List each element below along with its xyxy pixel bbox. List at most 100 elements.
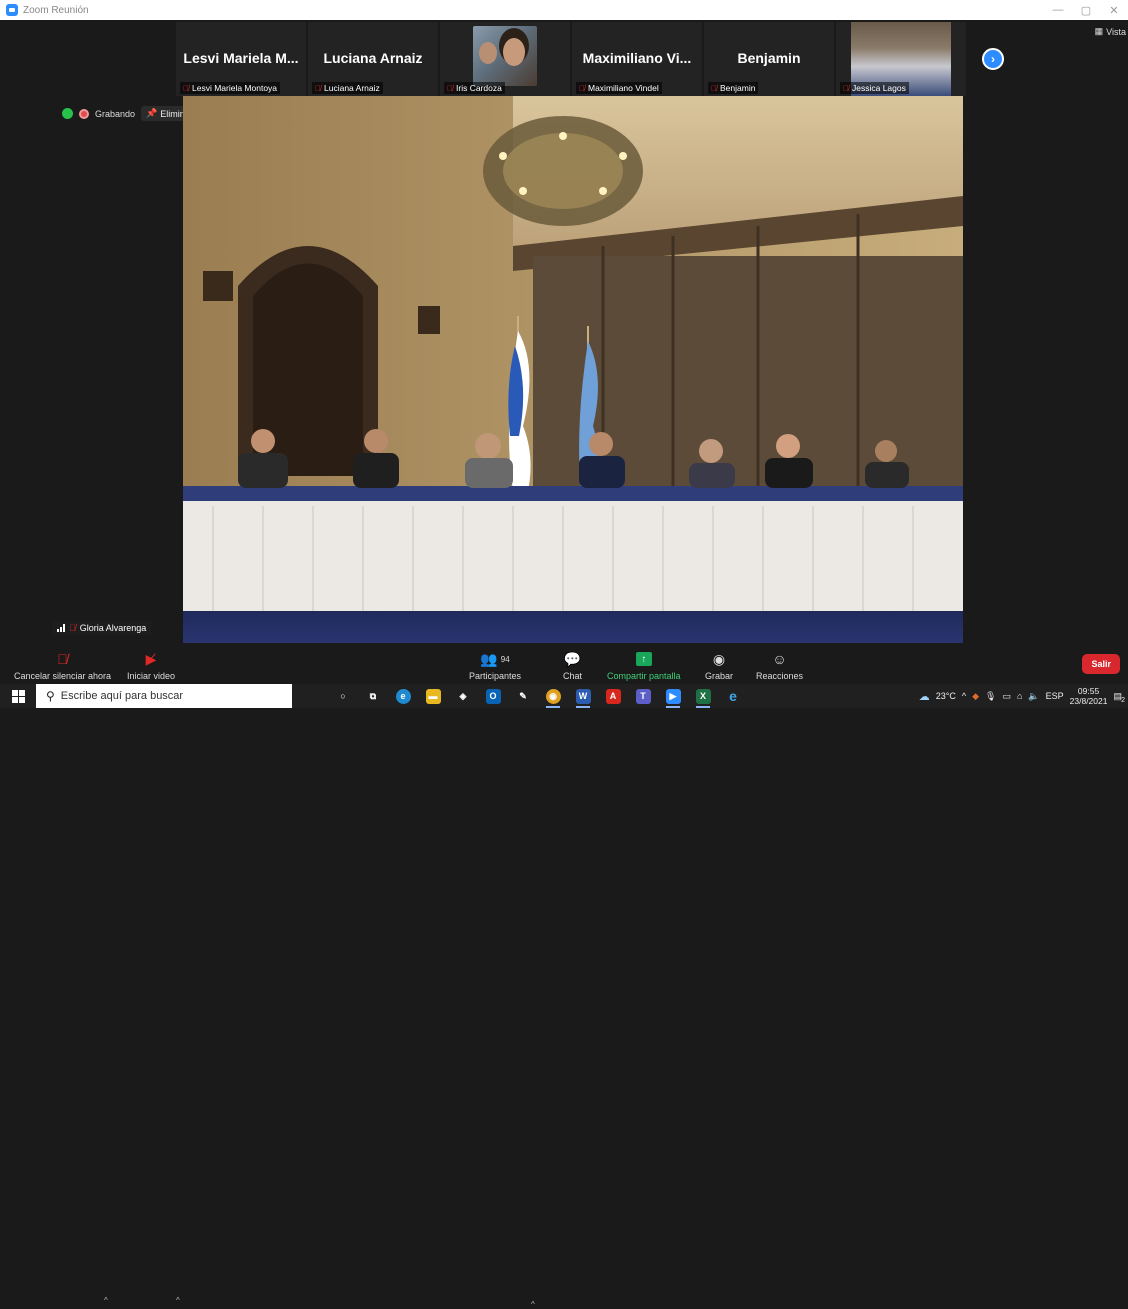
cortana-icon[interactable]: ○ xyxy=(328,684,358,708)
close-button[interactable]: ✕ xyxy=(1100,0,1128,20)
chat-label: Chat xyxy=(563,671,583,681)
chevron-up-icon[interactable]: ^ xyxy=(531,1300,535,1309)
temperature[interactable]: 23°C xyxy=(936,691,956,701)
battery-icon[interactable]: ▭ xyxy=(1002,691,1011,702)
participant-name: Luciana Arnaiz xyxy=(324,83,380,93)
participant-name: Benjamin xyxy=(720,83,756,93)
video-label: Iniciar video xyxy=(127,671,176,681)
notification-icon[interactable]: ▤ 2 xyxy=(1113,691,1125,704)
tray-app-icon[interactable]: ◆ xyxy=(972,691,979,702)
chrome-icon[interactable]: ◉ xyxy=(538,684,568,708)
reactions-icon: ☺ xyxy=(772,651,787,667)
record-label: Grabar xyxy=(705,671,734,681)
pinned-video xyxy=(183,96,963,643)
leave-button[interactable]: Salir xyxy=(1082,654,1120,674)
microphone-icon[interactable]: 🎙 xyxy=(985,691,996,702)
participants-count: 94 xyxy=(500,654,510,664)
participant-video xyxy=(473,26,537,86)
app-glyph: ✎ xyxy=(519,690,527,701)
maximize-button[interactable]: ▢ xyxy=(1072,0,1100,20)
reactions-label: Reacciones xyxy=(756,671,804,681)
clock[interactable]: 09:55 23/8/2021 xyxy=(1070,686,1108,706)
taskbar-search[interactable]: ⚲ xyxy=(36,684,292,708)
word-icon[interactable]: W xyxy=(568,684,598,708)
chat-button[interactable]: 💬 Chat xyxy=(563,650,583,682)
sconce-left xyxy=(203,271,233,301)
notification-count: 2 xyxy=(1121,696,1125,704)
windows-taskbar: ⚲ ○ ⧉ e ▬ ◈ O ✎ ◉ W A T ▶ X e ☁ 23°C ^ ◆… xyxy=(0,684,1128,708)
ie-icon[interactable]: e xyxy=(718,684,748,708)
system-tray: ☁ 23°C ^ ◆ 🎙 ▭ ⌂ 🔈 ESP 09:55 23/8/2021 ▤… xyxy=(919,684,1128,708)
task-view-icon[interactable]: ⧉ xyxy=(358,684,388,708)
share-screen-icon-wrap: ↑ xyxy=(635,650,652,668)
app-glyph: ▶ xyxy=(665,688,681,704)
teams-icon[interactable]: T xyxy=(628,684,658,708)
app-icon[interactable]: ◈ xyxy=(448,684,478,708)
weather-icon[interactable]: ☁ xyxy=(919,690,930,703)
participant-name: Lesvi Mariela Montoya xyxy=(192,83,278,93)
participants-button[interactable]: 👥 94 Participantes xyxy=(469,650,522,682)
participant-tile[interactable]: Benjamin 🎙̸ Benjamin xyxy=(704,22,834,96)
participants-label: Participantes xyxy=(469,671,522,681)
app-glyph: W xyxy=(575,688,591,704)
participant-display-name: Benjamin xyxy=(737,50,801,66)
participant-name-tag: 🎙̸ Jessica Lagos xyxy=(840,82,909,94)
tablecloth-skirt xyxy=(183,501,963,616)
share-screen-button[interactable]: ↑ Compartir pantalla xyxy=(607,650,681,681)
mic-muted-icon: 🎙̸ xyxy=(843,83,849,93)
participant-display-name: Maximiliano Vi... xyxy=(582,50,692,66)
zoom-icon[interactable]: ▶ xyxy=(658,684,688,708)
search-input[interactable] xyxy=(60,690,261,702)
active-speaker-name: Gloria Alvarenga xyxy=(79,623,147,633)
chevron-up-icon[interactable]: ^ xyxy=(176,1296,180,1305)
start-button[interactable] xyxy=(0,684,36,708)
reactions-button[interactable]: ☺ Reacciones xyxy=(756,650,803,681)
mute-label: Cancelar silenciar ahora xyxy=(14,671,112,681)
participant-tile[interactable]: Lesvi Mariela M... 🎙̸ Lesvi Mariela Monto… xyxy=(176,22,306,96)
mic-muted-icon: 🎙̸ xyxy=(711,83,717,93)
participant-name: Iris Cardoza xyxy=(456,83,502,93)
participant-name-tag: 🎙̸ Luciana Arnaiz xyxy=(312,82,383,94)
participant-tile[interactable]: Luciana Arnaiz 🎙̸ Luciana Arnaiz xyxy=(308,22,438,96)
acrobat-icon[interactable]: A xyxy=(598,684,628,708)
share-screen-icon: ↑ xyxy=(635,652,652,666)
app-glyph: ○ xyxy=(340,691,346,701)
network-icon[interactable]: ⌂ xyxy=(1017,691,1022,701)
pin-icon: 📌 xyxy=(146,108,158,118)
participant-tile[interactable]: 🎙̸ Iris Cardoza xyxy=(440,22,570,96)
window-titlebar: Zoom Reunión — ▢ ✕ xyxy=(0,0,1128,20)
paint-icon[interactable]: ✎ xyxy=(508,684,538,708)
mic-muted-icon: 🎙̸ xyxy=(57,651,68,667)
participant-strip: Lesvi Mariela M... 🎙̸ Lesvi Mariela Monto… xyxy=(176,22,966,96)
windows-logo-icon xyxy=(11,689,25,703)
active-speaker-tag: 🎙̸ Gloria Alvarenga xyxy=(52,621,152,635)
chat-icon: 💬 xyxy=(563,650,582,667)
start-video-button[interactable]: ▶̸ Iniciar video xyxy=(127,650,176,682)
language-indicator[interactable]: ESP xyxy=(1046,691,1064,701)
share-label: Compartir pantalla xyxy=(607,671,681,681)
participant-name-tag: 🎙̸ Maximiliano Vindel xyxy=(576,82,662,94)
volume-icon[interactable]: 🔈 xyxy=(1028,691,1039,702)
outlook-icon[interactable]: O xyxy=(478,684,508,708)
security-shield-icon[interactable] xyxy=(62,108,73,119)
edge-icon[interactable]: e xyxy=(388,684,418,708)
mute-button[interactable]: 🎙̸ Cancelar silenciar ahora xyxy=(14,650,111,681)
chevron-up-icon[interactable]: ^ xyxy=(104,1296,108,1305)
app-glyph: O xyxy=(485,688,501,704)
chevron-up-icon[interactable]: ^ xyxy=(962,691,966,701)
file-explorer-icon[interactable]: ▬ xyxy=(418,684,448,708)
minimize-button[interactable]: — xyxy=(1044,0,1072,20)
participant-display-name: Luciana Arnaiz xyxy=(323,50,423,66)
next-page-button[interactable]: › xyxy=(982,48,1004,70)
view-button-label: Vista xyxy=(1106,26,1126,37)
app-glyph: ▬ xyxy=(425,688,441,704)
excel-icon[interactable]: X xyxy=(688,684,718,708)
view-button[interactable]: ▦ Vista xyxy=(1095,26,1128,37)
participant-name-tag: 🎙̸ Iris Cardoza xyxy=(444,82,505,94)
meeting-toolbar: 🎙̸ Cancelar silenciar ahora ^ ▶̸ Iniciar… xyxy=(0,648,1128,1309)
participant-tile[interactable]: 🎙̸ Jessica Lagos xyxy=(836,22,966,96)
participant-display-name: Lesvi Mariela M... xyxy=(183,50,299,66)
participant-name-tag: 🎙̸ Lesvi Mariela Montoya xyxy=(180,82,281,94)
participant-tile[interactable]: Maximiliano Vi... 🎙̸ Maximiliano Vindel xyxy=(572,22,702,96)
record-button[interactable]: ◉ Grabar xyxy=(705,650,734,682)
